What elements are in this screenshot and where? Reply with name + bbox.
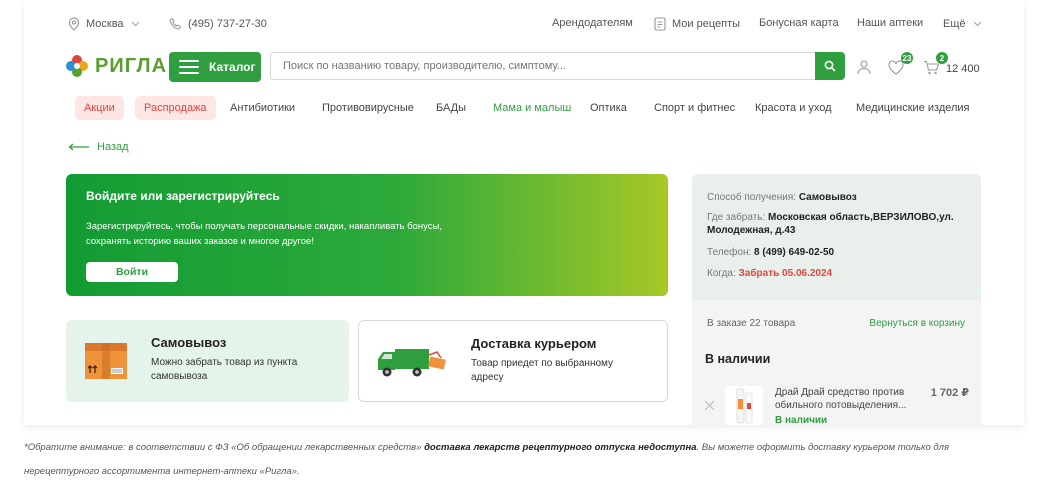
nav-item-optics[interactable]: Оптика (590, 96, 627, 120)
city-label: Москва (86, 18, 124, 30)
user-icon (857, 60, 871, 75)
profile-button[interactable] (854, 57, 874, 77)
logo-flower-icon (66, 55, 88, 77)
nav-item-medical[interactable]: Медицинские изделия (856, 96, 970, 120)
close-icon[interactable] (704, 400, 715, 411)
nav-item-antivirals[interactable]: Противовирусные (322, 96, 414, 120)
pickup-info-panel: Способ получения: Самовывоз Где забрать:… (692, 174, 981, 300)
more-menu[interactable]: Ещё (943, 17, 985, 31)
pharmacy-phone-label: Телефон: (707, 247, 755, 258)
cart-total[interactable]: 12 400 (946, 63, 980, 75)
cart-button[interactable]: 2 (921, 52, 948, 77)
catalog-button[interactable]: Каталог (169, 52, 261, 82)
pickup-date-line: Когда: Забрать 05.06.2024 (707, 267, 972, 280)
back-label: Назад (97, 141, 129, 153)
nav-item-supplements[interactable]: БАДы (436, 96, 466, 120)
search-icon (824, 60, 836, 72)
pickup-date-value: Забрать 05.06.2024 (738, 268, 833, 279)
back-to-cart-link[interactable]: Вернуться в корзину (869, 318, 965, 329)
landlords-link[interactable]: Арендодателям (552, 17, 633, 29)
our-pharmacies-link[interactable]: Наши аптеки (857, 17, 923, 29)
nav-item-antibiotics[interactable]: Антибиотики (230, 96, 295, 120)
more-label: Ещё (943, 18, 966, 30)
pharmacy-phone-value: 8 (499) 649-02-50 (754, 247, 835, 258)
prescription-icon (653, 17, 667, 31)
order-item-count: В заказе 22 товара (707, 318, 796, 329)
phone-number: (495) 737-27-30 (188, 18, 267, 30)
courier-title: Доставка курьером (471, 336, 597, 351)
chevron-down-icon (971, 17, 985, 31)
product-name[interactable]: Драй Драй средство против обильного пото… (775, 386, 925, 412)
chevron-down-icon (129, 17, 143, 31)
prescriptions-label: Мои рецепты (672, 18, 741, 30)
favorites-button[interactable]: 23 (886, 52, 913, 77)
address-line: Где забрать: Московская область,ВЕРЗИЛОВ… (707, 211, 972, 237)
checkout-card: Москва (495) 737-27-30 Арендодателям Мои… (24, 0, 1024, 425)
pickup-title: Самовывоз (151, 335, 227, 350)
bonus-card-link[interactable]: Бонусная карта (759, 17, 839, 29)
search-input[interactable] (270, 52, 842, 80)
method-label: Способ получения: (707, 192, 799, 203)
phone-link[interactable]: (495) 737-27-30 (169, 17, 267, 31)
arrow-left-icon (68, 143, 89, 151)
nav-item-sport[interactable]: Спорт и фитнес (654, 96, 735, 120)
footnote-prefix: *Обратите внимание: в соответствии с ФЗ … (24, 442, 425, 453)
pharmacy-phone-line: Телефон: 8 (499) 649-02-50 (707, 246, 972, 259)
banner-text: Зарегистрируйтесь, чтобы получать персон… (86, 221, 442, 247)
logo-text: РИГЛА (95, 54, 168, 77)
nav-item-beauty[interactable]: Красота и уход (755, 96, 832, 120)
courier-text: Товар приедет по выбранному адресу (471, 358, 614, 383)
city-selector[interactable]: Москва (67, 17, 143, 31)
category-nav: Акции Распродажа Антибиотики Противовиру… (24, 96, 1024, 122)
order-summary-panel: В заказе 22 товара Вернуться в корзину В… (692, 300, 981, 425)
legal-footnote: *Обратите внимание: в соответствии с ФЗ … (24, 436, 1024, 483)
nav-item-promotions[interactable]: Акции (75, 96, 124, 120)
search-button[interactable] (815, 52, 845, 80)
nav-item-sale[interactable]: Распродажа (135, 96, 216, 120)
box-icon (85, 343, 127, 379)
in-stock-heading: В наличии (705, 352, 771, 366)
product-thumbnail[interactable] (725, 386, 763, 425)
favorites-count-badge: 23 (901, 52, 913, 64)
nav-item-mother-baby[interactable]: Мама и малыш (493, 96, 571, 120)
product-price: 1 702 ₽ (930, 387, 969, 399)
main-header: РИГЛА Каталог 23 2 12 400 (24, 46, 1024, 90)
login-banner: Войдите или зарегистрируйтесь Зарегистри… (66, 174, 668, 296)
method-line: Способ получения: Самовывоз (707, 191, 972, 204)
footnote-bold: доставка лекарств рецептурного отпуска н… (424, 442, 697, 453)
location-pin-icon (67, 17, 81, 31)
phone-icon (169, 17, 183, 31)
menu-icon (179, 60, 199, 74)
catalog-label: Каталог (209, 60, 256, 74)
logo[interactable]: РИГЛА (65, 54, 167, 78)
login-button[interactable]: Войти (86, 262, 178, 282)
banner-title: Войдите или зарегистрируйтесь (86, 189, 280, 203)
method-value: Самовывоз (798, 192, 857, 203)
back-link[interactable]: Назад (68, 141, 129, 153)
top-bar: Москва (495) 737-27-30 Арендодателям Мои… (24, 0, 1024, 46)
product-bottle-icon (736, 388, 753, 424)
delivery-option-courier[interactable]: Доставка курьером Товар приедет по выбра… (358, 320, 668, 402)
truck-icon (378, 349, 446, 377)
prescriptions-link[interactable]: Мои рецепты (653, 17, 740, 31)
delivery-option-pickup[interactable]: Самовывоз Можно забрать товар из пункта … (66, 320, 349, 402)
pickup-date-label: Когда: (707, 268, 739, 279)
address-label: Где забрать: (707, 212, 769, 223)
product-stock-status: В наличии (775, 415, 828, 425)
pickup-text: Можно забрать товар из пункта самовывоза (151, 357, 298, 382)
